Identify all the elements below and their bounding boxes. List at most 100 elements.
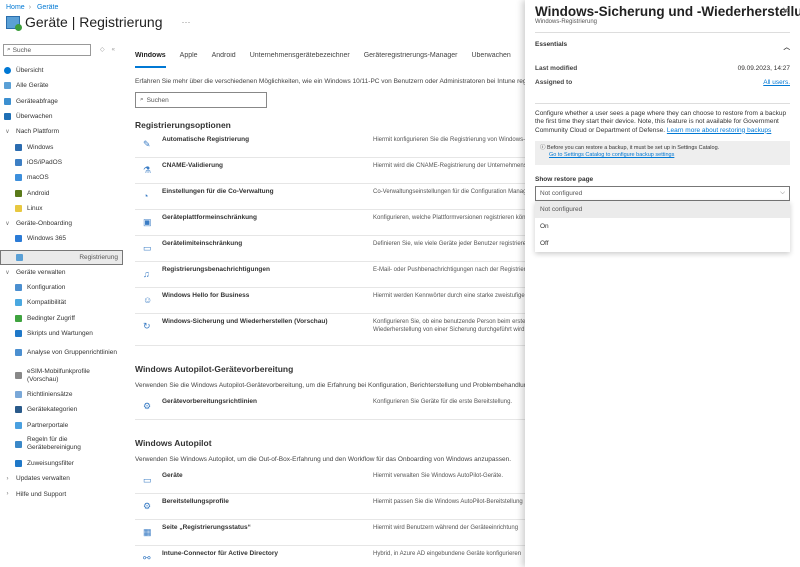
row-description: Konfigurieren Sie Geräte für die erste B…	[373, 399, 513, 405]
assigned-users-link[interactable]: All users.	[763, 79, 790, 86]
row-name[interactable]: Intune-Connector für Active Directory	[162, 550, 373, 557]
chevron-down-icon[interactable]: ∨	[4, 128, 11, 135]
sidebar-item-gerate-verwalten[interactable]: ∨ Geräte verwalten	[0, 265, 123, 280]
sidebar-item-konfiguration[interactable]: Konfiguration	[0, 280, 123, 295]
sidebar-item-gerate-onboarding[interactable]: ∨ Geräte-Onboarding	[0, 216, 123, 231]
list-item[interactable]: ✎ Automatische Registrierung Hiermit konfi…	[135, 132, 525, 158]
collapse-icon[interactable]: «	[112, 47, 122, 53]
list-item[interactable]: ▭ Geräte Hiermit verwalten Sie Windows Aut…	[135, 468, 525, 494]
row-name[interactable]: Geräteplattformeinschränkung	[162, 214, 373, 221]
row-name[interactable]: Gerätelimiteinschränkung	[162, 240, 373, 247]
row-name[interactable]: Windows Hello for Business	[162, 292, 373, 299]
row-icon: ⚙	[143, 401, 152, 411]
option-not-configured[interactable]: Not configured	[535, 200, 790, 218]
sidebar-item-bedingter-zugriff[interactable]: Bedingter Zugriff	[0, 310, 123, 325]
list-item[interactable]: ▦ Seite „Registrierungsstatus“ Hiermit wir…	[135, 520, 525, 546]
sidebar-item-hilfe-und-support[interactable]: › Hilfe und Support	[0, 487, 123, 502]
panel-subtitle: Windows-Registrierung	[535, 19, 598, 25]
sidebar-item-skripts-und-wartungen[interactable]: Skripts und Wartungen	[0, 326, 123, 341]
row-name[interactable]: CNAME-Validierung	[162, 162, 373, 169]
sidebar-item-kompatibilitat[interactable]: Kompatibilität	[0, 295, 123, 310]
sidebar-item-regeln-fur-die-geratebereinigung[interactable]: Regeln für die Gerätebereinigung	[0, 433, 123, 456]
chevron-down-icon: ⌵	[780, 189, 785, 197]
row-name[interactable]: Geräte	[162, 472, 373, 479]
chevron-right-icon[interactable]: ›	[4, 491, 11, 497]
tab-windows[interactable]: Windows	[135, 52, 166, 68]
section-description: Verwenden Sie Windows Autopilot, um die …	[135, 456, 512, 463]
row-name[interactable]: Automatische Registrierung	[162, 136, 373, 143]
sidebar-item-macos[interactable]: macOS	[0, 170, 123, 185]
chevron-down-icon[interactable]: ∨	[4, 220, 11, 227]
tab-gerateregistrierungs-manager[interactable]: Geräteregistrierungs-Manager	[364, 52, 458, 68]
expand-icon[interactable]: ◇	[100, 47, 112, 53]
sidebar-item-label: Windows	[27, 143, 54, 151]
sidebar-item-zuweisungsfilter[interactable]: Zuweisungsfilter	[0, 456, 123, 471]
list-item[interactable]: ☺ Windows Hello for Business Hiermit werde…	[135, 288, 525, 314]
row-name[interactable]: Einstellungen für die Co-Verwaltung	[162, 188, 373, 195]
row-name[interactable]: Gerätevorbereitungsrichtlinien	[162, 398, 373, 405]
row-description: Hiermit wird Benutzern während der Gerät…	[373, 525, 519, 531]
query-icon	[4, 97, 11, 105]
sidebar-item-analyse-von-gruppenrichtlinien[interactable]: Analyse von Gruppenrichtlinien	[0, 341, 123, 364]
row-name[interactable]: Bereitstellungsprofile	[162, 498, 373, 505]
list-item[interactable]: ◔ Einstellungen für die Co-Verwaltung Co-V…	[135, 184, 525, 210]
list-item[interactable]: ↻ Windows-Sicherung und Wiederherstellen …	[135, 314, 525, 346]
chevron-up-icon[interactable]: ︿	[784, 41, 791, 51]
tab-unternehmensgeratebezeichner[interactable]: Unternehmensgerätebezeichner	[250, 52, 350, 68]
row-name[interactable]: Registrierungsbenachrichtigungen	[162, 266, 373, 273]
more-icon[interactable]: ···	[181, 17, 190, 27]
settings-catalog-link[interactable]: Go to Settings Catalog to configure back…	[549, 152, 674, 158]
sidebar-item-richtliniensatze[interactable]: Richtliniensätze	[0, 387, 123, 402]
sidebar-item-nach-plattform[interactable]: ∨ Nach Plattform	[0, 124, 123, 139]
sidebar-item-label: Zuweisungsfilter	[27, 460, 74, 468]
sidebar-search-input[interactable]: ⌕ Suche	[3, 44, 91, 56]
list-item[interactable]: ⚯ Intune-Connector für Active Directory Hy…	[135, 546, 525, 567]
sidebar-item-label: Analyse von Gruppenrichtlinien	[27, 348, 117, 356]
sidebar-item-geratekategorien[interactable]: Gerätekategorien	[0, 402, 123, 417]
row-description: Hiermit werden Kennwörter durch eine sta…	[373, 293, 525, 299]
sidebar-item-uberwachen[interactable]: Überwachen	[0, 109, 123, 124]
list-item[interactable]: ♫ Registrierungsbenachrichtigungen E-Mail-…	[135, 262, 525, 288]
list-item[interactable]: ▭ Gerätelimiteinschränkung Definieren Sie,…	[135, 236, 525, 262]
row-name[interactable]: Seite „Registrierungsstatus“	[162, 524, 373, 531]
field-label: Show restore page	[535, 175, 594, 183]
sidebar-item-label: Übersicht	[16, 67, 44, 75]
essentials-header[interactable]: Essentials ︿	[535, 41, 790, 51]
tab-apple[interactable]: Apple	[180, 52, 198, 68]
list-item[interactable]: ▣ Geräteplattformeinschränkung Konfigurier…	[135, 210, 525, 236]
sidebar-item-android[interactable]: Android	[0, 185, 123, 200]
chevron-right-icon[interactable]: ›	[4, 476, 11, 482]
list-item[interactable]: ⚗ CNAME-Validierung Hiermit wird die CNAME…	[135, 158, 525, 184]
sidebar-controls[interactable]: ◇«	[100, 46, 122, 53]
breadcrumb-geraete[interactable]: Geräte	[37, 4, 58, 11]
sidebar-item-windows[interactable]: Windows	[0, 139, 123, 154]
main-search-input[interactable]: ⌕ Suchen	[135, 92, 267, 108]
tab-bar: Windows Apple Android Unternehmensgerätebez…	[135, 52, 525, 68]
sidebar-item-windows-365[interactable]: Windows 365	[0, 231, 123, 246]
sidebar-item-ios-ipados[interactable]: iOS/iPadOS	[0, 155, 123, 170]
section-windows-autopilot-geratevorbereitung: Windows Autopilot-Gerätevorbereitung Verw…	[135, 364, 525, 420]
sidebar-item-gerateabfrage[interactable]: Geräteabfrage	[0, 94, 123, 109]
chevron-down-icon[interactable]: ∨	[4, 269, 11, 276]
list-item[interactable]: ⚙ Gerätevorbereitungsrichtlinien Konfiguri…	[135, 394, 525, 420]
sidebar-item-updates-verwalten[interactable]: › Updates verwalten	[0, 471, 123, 486]
list-item[interactable]: ⚙ Bereitstellungsprofile Hiermit passen Si…	[135, 494, 525, 520]
option-on[interactable]: On	[535, 218, 790, 235]
learn-more-link[interactable]: Learn more about restoring backups	[667, 127, 771, 134]
row-description: Hiermit passen Sie die Windows AutoPilot…	[373, 499, 523, 505]
show-restore-page-select[interactable]: Not configured ⌵	[535, 185, 790, 201]
tab-uberwachen[interactable]: Überwachen	[471, 52, 510, 68]
sidebar-item-ubersicht[interactable]: Übersicht	[0, 63, 123, 78]
option-off[interactable]: Off	[535, 235, 790, 252]
sidebar-item-esim-mobilfunkprofile-vorschau[interactable]: eSIM-Mobilfunkprofile (Vorschau)	[0, 364, 123, 387]
close-icon[interactable]: ✕	[782, 6, 790, 17]
sidebar-item-label: Windows 365	[27, 235, 67, 243]
sidebar-item-linux[interactable]: Linux	[0, 201, 123, 216]
sidebar-item-alle-gerate[interactable]: Alle Geräte	[0, 78, 123, 93]
breadcrumb-home[interactable]: Home	[6, 4, 25, 11]
sidebar-item-partnerportale[interactable]: Partnerportale	[0, 418, 123, 433]
tab-android[interactable]: Android	[212, 52, 236, 68]
sidebar-item-registrierung[interactable]: Registrierung	[0, 249, 123, 265]
row-name[interactable]: Windows-Sicherung und Wiederherstellen (…	[162, 318, 373, 325]
row-description: Konfigurieren Sie, ob eine benutzende Pe…	[373, 319, 525, 333]
